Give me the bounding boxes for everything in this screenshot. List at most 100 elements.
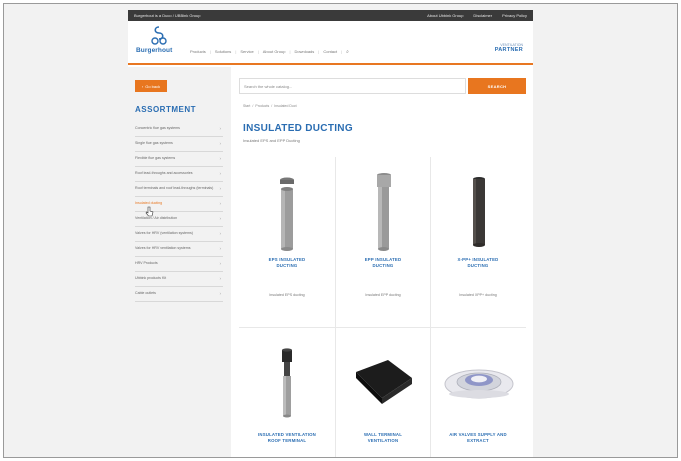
- sidebar-item-label: Single flue gas systems: [135, 141, 173, 145]
- breadcrumb: Start / Products / Insulated Duct: [243, 104, 297, 108]
- product-card[interactable]: EPS INSULATED DUCTING Insulated EPS duct…: [242, 167, 332, 297]
- product-card[interactable]: WALL TERMINAL VENTILATION: [338, 342, 428, 444]
- chevron-right-icon: ›: [219, 246, 222, 251]
- product-card[interactable]: INSULATED VENTILATION ROOF TERMINAL: [242, 342, 332, 444]
- top-bar: Burgerhout is a Duco / UBBink Group Abou…: [128, 10, 533, 21]
- product-card[interactable]: EPP INSULATED DUCTING Insulated EPP duct…: [338, 167, 428, 297]
- chevron-right-icon: ›: [219, 156, 222, 161]
- product-description: Insulated XPP+ ducting: [459, 293, 497, 297]
- top-bar-tagline: Burgerhout is a Duco / UBBink Group: [134, 13, 201, 18]
- nav-separator: |: [209, 49, 211, 54]
- nav-solutions[interactable]: Solutions: [215, 49, 231, 55]
- product-name: EXTRACT: [467, 438, 489, 443]
- ventilation-partner-badge: VENTILATION PARTNER: [495, 43, 523, 53]
- breadcrumb-start[interactable]: Start: [243, 104, 250, 108]
- sidebar-item[interactable]: HRV Products ›: [135, 257, 223, 272]
- sidebar-item[interactable]: Flexible flue gas systems ›: [135, 152, 223, 167]
- breadcrumb-current: Insulated Duct: [274, 104, 297, 108]
- product-grid: EPS INSULATED DUCTING Insulated EPS duct…: [239, 157, 526, 457]
- go-back-label: Go back: [145, 83, 161, 89]
- sidebar-item-label: Roof terminals and roof lead-throughs (t…: [135, 186, 214, 190]
- sidebar-item-label: HRV Products: [135, 261, 158, 265]
- chevron-right-icon: ›: [219, 261, 222, 266]
- page-title: INSULATED DUCTING: [243, 123, 353, 134]
- partner-label-big: PARTNER: [494, 47, 523, 53]
- sidebar-item-label: Concentric flue gas systems: [135, 126, 180, 130]
- nav-downloads[interactable]: Downloads: [294, 49, 314, 55]
- grey-duct-icon: [242, 167, 332, 257]
- sidebar-item[interactable]: Cable outlets ›: [135, 287, 223, 302]
- brand-logo[interactable]: Burgerhout: [136, 25, 182, 59]
- nav-separator: |: [257, 49, 259, 54]
- mouse-cursor-icon: [145, 206, 154, 217]
- product-card[interactable]: X-PP+ INSULATED DUCTING Insulated XPP+ d…: [433, 167, 523, 297]
- sidebar-item[interactable]: Valves for HRV (ventilation systems) ›: [135, 227, 223, 242]
- chevron-right-icon: ›: [219, 231, 222, 236]
- top-bar-links: About Ubbink Group Disclaimer Privacy Po…: [427, 13, 527, 18]
- chevron-right-icon: ›: [219, 141, 222, 146]
- nav-service[interactable]: Service: [240, 49, 253, 55]
- sidebar-item-label: Insulated ducting: [135, 201, 163, 205]
- page-subtitle: Insulated EPS and EPP Ducting: [243, 138, 300, 143]
- chevron-right-icon: ›: [219, 201, 222, 206]
- product-description: Insulated EPP ducting: [365, 293, 401, 297]
- search-button[interactable]: SEARCH: [468, 78, 526, 94]
- top-link-privacy[interactable]: Privacy Policy: [502, 13, 527, 18]
- search-icon[interactable]: ⌕: [346, 49, 349, 55]
- chevron-right-icon: ›: [219, 291, 222, 296]
- chevron-right-icon: ›: [219, 126, 222, 131]
- sidebar-item[interactable]: Roof lead-throughs and accessories ›: [135, 167, 223, 182]
- nav-separator: |: [318, 49, 320, 54]
- chevron-right-icon: ›: [219, 276, 222, 281]
- sidebar-item[interactable]: Roof terminals and roof lead-throughs (t…: [135, 182, 223, 197]
- web-page: Burgerhout is a Duco / UBBink Group Abou…: [128, 10, 533, 457]
- nav-about[interactable]: About Group: [263, 49, 286, 55]
- air-valve-icon: [433, 342, 523, 432]
- assortment-title: ASSORTMENT: [135, 105, 196, 114]
- nav-separator: |: [235, 49, 237, 54]
- breadcrumb-separator: /: [252, 104, 254, 108]
- nav-contact[interactable]: Contact: [323, 49, 337, 55]
- grid-divider: [430, 157, 431, 457]
- nav-separator: |: [289, 49, 291, 54]
- wall-terminal-icon: [338, 342, 428, 432]
- roof-terminal-icon: [242, 342, 332, 432]
- screenshot-frame: Burgerhout is a Duco / UBBink Group Abou…: [3, 3, 678, 458]
- product-description: Insulated EPS ducting: [269, 293, 305, 297]
- sidebar-item[interactable]: Concentric flue gas systems ›: [135, 122, 223, 137]
- main-nav: Products | Solutions | Service | About G…: [190, 49, 349, 55]
- top-link-disclaimer[interactable]: Disclaimer: [473, 13, 492, 18]
- product-name: DUCTING: [276, 263, 298, 268]
- sidebar-item-label: Valves for HRV ventilation systems: [135, 246, 191, 250]
- black-duct-icon: [433, 167, 523, 257]
- chevron-left-icon: ‹: [141, 83, 144, 89]
- product-card[interactable]: AIR VALVES SUPPLY AND EXTRACT: [433, 342, 523, 444]
- chevron-right-icon: ›: [219, 171, 222, 176]
- sidebar-item-label: Cable outlets: [135, 291, 156, 295]
- grid-divider: [239, 327, 526, 328]
- chevron-right-icon: ›: [219, 216, 222, 221]
- product-name: DUCTING: [467, 263, 489, 268]
- top-link-ubbink[interactable]: About Ubbink Group: [427, 13, 463, 18]
- product-name: VENTILATION: [367, 438, 399, 443]
- sidebar-item-label: Roof lead-throughs and accessories: [135, 171, 193, 175]
- search-input[interactable]: Search the whole catalog...: [239, 78, 466, 94]
- breadcrumb-products[interactable]: Products: [255, 104, 269, 108]
- nav-separator: |: [341, 49, 343, 54]
- sidebar-item-label: Flexible flue gas systems: [135, 156, 176, 160]
- sidebar: ‹ Go back ASSORTMENT Concentric flue gas…: [128, 67, 231, 457]
- sidebar-item[interactable]: Valves for HRV ventilation systems ›: [135, 242, 223, 257]
- breadcrumb-separator: /: [271, 104, 273, 108]
- sidebar-item-label: Ventilation / Air distribution: [135, 216, 178, 220]
- sidebar-item[interactable]: Single flue gas systems ›: [135, 137, 223, 152]
- sidebar-item-label: Ubbink products Kit: [135, 276, 167, 280]
- sidebar-item[interactable]: Ubbink products Kit ›: [135, 272, 223, 287]
- grid-divider: [335, 157, 336, 457]
- site-header: Burgerhout Products | Solutions | Servic…: [128, 21, 533, 65]
- chevron-right-icon: ›: [219, 186, 222, 191]
- brand-name: Burgerhout: [136, 47, 173, 54]
- go-back-button[interactable]: ‹ Go back: [135, 80, 167, 92]
- search-row: Search the whole catalog... SEARCH: [239, 78, 526, 94]
- grey-duct-socket-icon: [338, 167, 428, 257]
- nav-products[interactable]: Products: [190, 49, 206, 55]
